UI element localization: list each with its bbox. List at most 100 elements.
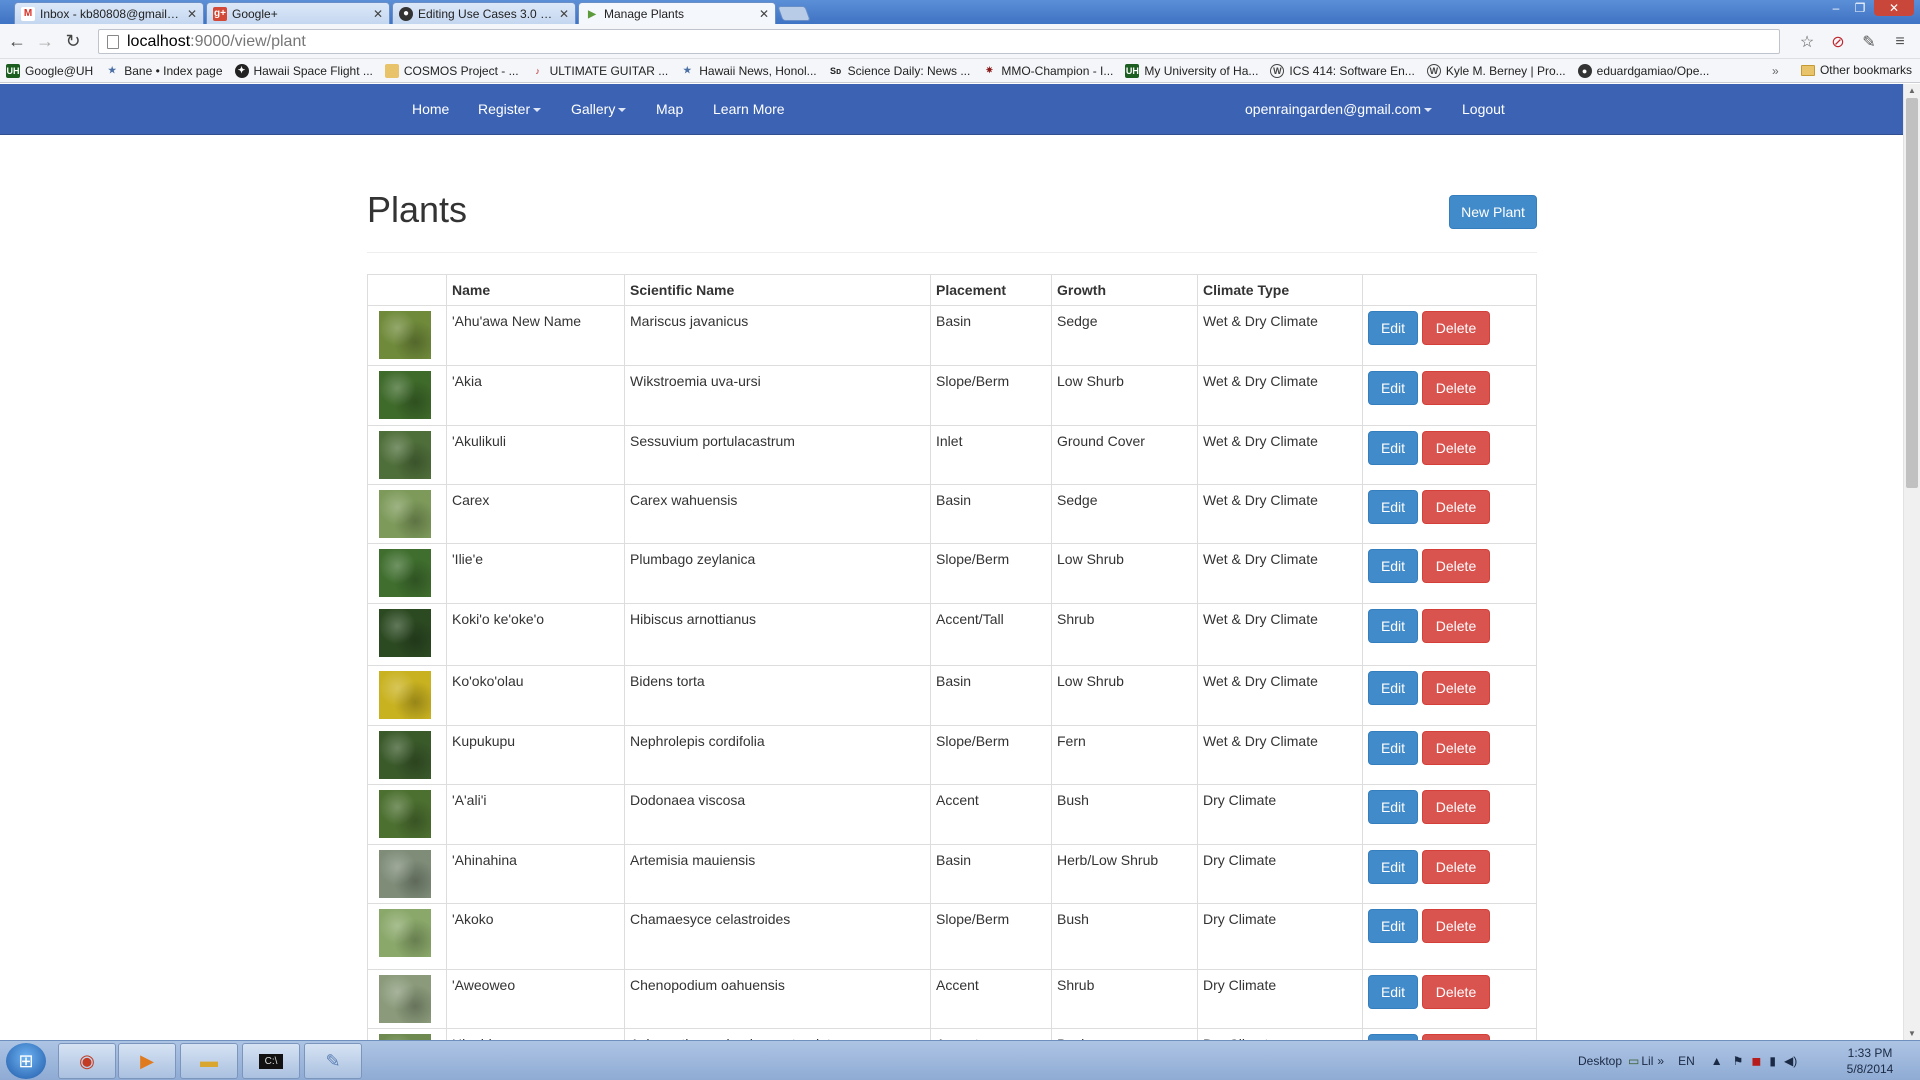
bookmark-item[interactable]: UH My University of Ha... <box>1125 63 1258 78</box>
nav-logout[interactable]: Logout <box>1462 84 1505 135</box>
edit-button[interactable]: Edit <box>1368 975 1418 1009</box>
antivirus-icon[interactable]: ◼ <box>1751 1054 1761 1068</box>
new-tab-button[interactable] <box>777 6 811 21</box>
bookmarks-overflow-chevron[interactable]: » <box>1772 64 1779 78</box>
nav-map[interactable]: Map <box>656 84 683 135</box>
address-bar[interactable]: localhost:9000/view/plant <box>98 29 1780 54</box>
menu-icon[interactable]: ≡ <box>1890 32 1910 52</box>
plant-growth: Fern <box>1051 725 1198 785</box>
tray-expand-icon[interactable]: ▲ <box>1711 1054 1723 1068</box>
explorer-taskbar-button[interactable]: ▬ <box>180 1043 238 1079</box>
plant-placement: Basin <box>930 305 1052 366</box>
nav-home[interactable]: Home <box>412 84 449 135</box>
edit-button[interactable]: Edit <box>1368 850 1418 884</box>
bookmark-item[interactable]: ★ Hawaii News, Honol... <box>680 64 816 78</box>
delete-button[interactable]: Delete <box>1422 790 1490 824</box>
desktop-label[interactable]: Desktop <box>1578 1054 1622 1068</box>
delete-button[interactable]: Delete <box>1422 609 1490 643</box>
gmail-icon: M <box>21 6 35 21</box>
back-arrow-icon[interactable]: ← <box>6 30 28 52</box>
scrollbar-thumb[interactable] <box>1906 98 1918 488</box>
edit-button[interactable]: Edit <box>1368 731 1418 765</box>
delete-button[interactable]: Delete <box>1422 975 1490 1009</box>
network-icon[interactable]: ▮ <box>1769 1054 1776 1068</box>
delete-button[interactable]: Delete <box>1422 850 1490 884</box>
bookmark-item[interactable]: ✦ Hawaii Space Flight ... <box>234 63 373 78</box>
forward-arrow-icon[interactable]: → <box>34 30 56 52</box>
extension-icon[interactable]: ⊘ <box>1828 32 1848 52</box>
tab-manage-plants[interactable]: ▶ Manage Plants ✕ <box>578 2 776 25</box>
minimize-icon[interactable]: – <box>1826 0 1846 16</box>
new-plant-button[interactable]: New Plant <box>1449 195 1537 229</box>
edit-button[interactable]: Edit <box>1368 671 1418 705</box>
plant-climate-type: Wet & Dry Climate <box>1197 665 1363 726</box>
tab-google-plus[interactable]: g+ Google+ ✕ <box>206 2 390 24</box>
edit-button[interactable]: Edit <box>1368 490 1418 524</box>
nav-learn-more[interactable]: Learn More <box>713 84 785 135</box>
bookmark-item[interactable]: Sᴅ Science Daily: News ... <box>829 64 970 78</box>
terminal-taskbar-button[interactable]: C:\ <box>242 1043 300 1079</box>
delete-button[interactable]: Delete <box>1422 731 1490 765</box>
bookmark-item[interactable]: ✷ MMO-Champion - I... <box>982 63 1114 78</box>
plant-thumbnail <box>379 609 431 657</box>
plant-placement: Slope/Berm <box>930 903 1052 970</box>
bookmark-item[interactable]: W ICS 414: Software En... <box>1270 63 1415 78</box>
tools-icon[interactable]: ✎ <box>1859 32 1879 52</box>
edit-button[interactable]: Edit <box>1368 549 1418 583</box>
delete-button[interactable]: Delete <box>1422 490 1490 524</box>
reload-icon[interactable]: ↻ <box>62 30 84 52</box>
flag-icon[interactable]: ⚑ <box>1733 1054 1744 1068</box>
edit-button[interactable]: Edit <box>1368 311 1418 345</box>
nav-gallery[interactable]: Gallery <box>571 84 627 135</box>
system-clock[interactable]: 1:33 PM 5/8/2014 <box>1830 1045 1910 1077</box>
close-icon[interactable]: ✕ <box>759 7 769 21</box>
bookmark-item[interactable]: W Kyle M. Berney | Pro... <box>1426 63 1566 78</box>
edit-button[interactable]: Edit <box>1368 431 1418 465</box>
language-indicator[interactable]: EN <box>1678 1054 1695 1068</box>
table-header-row: Name Scientific Name Placement Growth Cl… <box>367 274 1537 306</box>
scroll-down-icon[interactable]: ▼ <box>1908 1029 1916 1038</box>
delete-button[interactable]: Delete <box>1422 431 1490 465</box>
other-bookmarks[interactable]: Other bookmarks <box>1800 63 1912 77</box>
chevron-right-icon[interactable]: » <box>1657 1054 1664 1068</box>
delete-button[interactable]: Delete <box>1422 371 1490 405</box>
uh-icon: UH <box>1125 63 1140 78</box>
chrome-icon: ◉ <box>79 1050 95 1071</box>
restore-icon[interactable]: ❐ <box>1850 0 1870 16</box>
plant-placement: Accent <box>930 1028 1052 1040</box>
bookmark-label: MMO-Champion - I... <box>1001 63 1114 78</box>
delete-button[interactable]: Delete <box>1422 671 1490 705</box>
close-icon[interactable]: ✕ <box>373 7 383 21</box>
plant-placement: Basin <box>930 665 1052 726</box>
bookmark-item[interactable]: ♪ ULTIMATE GUITAR ... <box>531 64 668 78</box>
row-actions: EditDelete <box>1362 665 1537 726</box>
bookmark-item[interactable]: ● eduardgamiao/Ope... <box>1577 63 1709 78</box>
chrome-taskbar-button[interactable]: ◉ <box>58 1043 116 1079</box>
plant-thumbnail <box>379 790 431 838</box>
media-player-taskbar-button[interactable]: ▶ <box>118 1043 176 1079</box>
bookmark-item[interactable]: ★ Bane • Index page <box>105 64 222 78</box>
paint-taskbar-button[interactable]: ✎ <box>304 1043 362 1079</box>
start-button[interactable]: ⊞ <box>6 1043 46 1079</box>
delete-button[interactable]: Delete <box>1422 909 1490 943</box>
plant-name: 'Ilie'e <box>446 543 625 604</box>
edit-button[interactable]: Edit <box>1368 909 1418 943</box>
edit-button[interactable]: Edit <box>1368 790 1418 824</box>
volume-icon[interactable]: ◀) <box>1784 1054 1797 1068</box>
bookmark-item[interactable]: UH Google@UH <box>6 63 93 78</box>
edit-button[interactable]: Edit <box>1368 609 1418 643</box>
bookmark-star-icon[interactable]: ☆ <box>1797 32 1817 52</box>
nav-register[interactable]: Register <box>478 84 542 135</box>
close-icon[interactable]: ✕ <box>559 7 569 21</box>
edit-button[interactable]: Edit <box>1368 371 1418 405</box>
close-icon[interactable]: ✕ <box>187 7 197 21</box>
bookmark-item[interactable]: COSMOS Project - ... <box>384 63 519 78</box>
nav-user-menu[interactable]: openraingarden@gmail.com <box>1245 84 1433 135</box>
delete-button[interactable]: Delete <box>1422 549 1490 583</box>
page-scrollbar[interactable]: ▲ ▼ <box>1903 84 1920 1040</box>
scroll-up-icon[interactable]: ▲ <box>1908 86 1916 95</box>
window-close-icon[interactable]: ✕ <box>1874 0 1914 16</box>
tab-editing-use-cases[interactable]: ● Editing Use Cases 3.0 · Op ✕ <box>392 2 576 24</box>
delete-button[interactable]: Delete <box>1422 311 1490 345</box>
tab-inbox[interactable]: M Inbox - kb80808@gmail.co ✕ <box>14 2 204 24</box>
